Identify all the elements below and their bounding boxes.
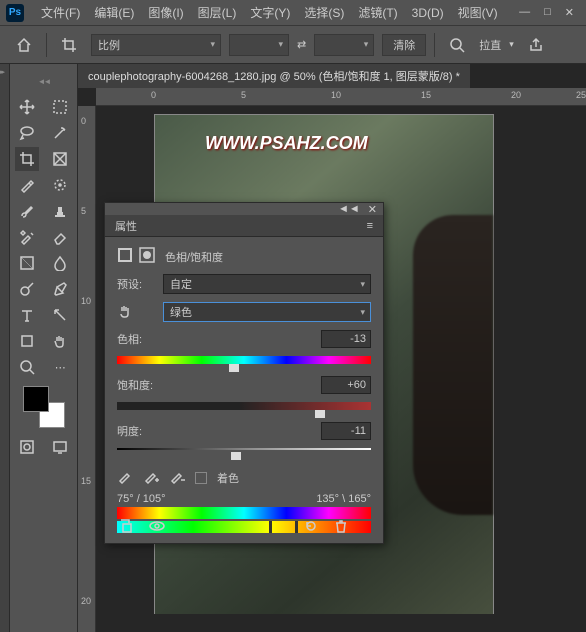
- light-slider[interactable]: [117, 448, 371, 458]
- path-tool[interactable]: [48, 303, 72, 327]
- panel-collapse-icon[interactable]: ◄◄: [338, 203, 360, 215]
- clear-button[interactable]: 清除: [382, 34, 426, 56]
- eraser-tool[interactable]: [48, 225, 72, 249]
- colorize-checkbox[interactable]: [195, 472, 207, 484]
- preset-label: 预设:: [117, 276, 157, 292]
- eyedropper-set-icon[interactable]: [117, 468, 133, 487]
- flyout-bar[interactable]: [0, 64, 10, 632]
- eyedropper-tool[interactable]: [15, 173, 39, 197]
- menu-image[interactable]: 图像(I): [141, 4, 190, 21]
- blur-tool[interactable]: [48, 251, 72, 275]
- more-tool[interactable]: ⋯: [48, 355, 72, 379]
- minimize-icon[interactable]: —: [519, 6, 530, 19]
- menu-select[interactable]: 选择(S): [297, 4, 351, 21]
- eyedropper-add-icon[interactable]: [143, 468, 159, 487]
- mask-icon[interactable]: [139, 247, 155, 266]
- stamp-tool[interactable]: [48, 199, 72, 223]
- wand-tool[interactable]: [48, 121, 72, 145]
- lasso-tool[interactable]: [15, 121, 39, 145]
- colorize-label: 着色: [217, 470, 239, 486]
- divider: [434, 33, 435, 57]
- ratio-label: 比例: [98, 37, 120, 53]
- divider: [46, 33, 47, 57]
- height-input[interactable]: [314, 34, 374, 56]
- adjustment-icon: [117, 247, 133, 266]
- home-icon[interactable]: [10, 31, 38, 59]
- light-value[interactable]: -11: [321, 422, 371, 440]
- view-icon[interactable]: [149, 518, 165, 537]
- menu-type[interactable]: 文字(Y): [243, 4, 297, 21]
- hue-label: 色相:: [117, 331, 157, 347]
- range-left: 75° / 105°: [117, 493, 166, 505]
- menu-3d[interactable]: 3D(D): [405, 6, 451, 20]
- share-icon[interactable]: [522, 31, 550, 59]
- sat-label: 饱和度:: [117, 377, 169, 393]
- close-icon[interactable]: ✕: [565, 6, 574, 19]
- menu-edit[interactable]: 编辑(E): [87, 4, 141, 21]
- light-label: 明度:: [117, 423, 157, 439]
- adjustment-title: 色相/饱和度: [165, 249, 223, 265]
- hue-slider[interactable]: [117, 356, 371, 366]
- ruler-vertical: 05101520: [78, 106, 96, 632]
- watermark-text: WWW.PSAHZ.COM: [205, 133, 368, 154]
- range-right: 135° \ 165°: [316, 493, 371, 505]
- panel-close-icon[interactable]: ✕: [368, 203, 377, 216]
- move-tool[interactable]: [15, 95, 39, 119]
- search-icon[interactable]: [443, 31, 471, 59]
- color-swatches[interactable]: [23, 386, 65, 428]
- menu-view[interactable]: 视图(V): [451, 4, 505, 21]
- preset-dropdown[interactable]: 自定: [163, 274, 371, 294]
- swap-icon[interactable]: ⇄: [297, 38, 306, 51]
- reset-icon[interactable]: [303, 518, 319, 537]
- panel-tab-title[interactable]: 属性: [115, 218, 137, 234]
- hand-tool[interactable]: [48, 329, 72, 353]
- pen-tool[interactable]: [48, 277, 72, 301]
- width-input[interactable]: [229, 34, 289, 56]
- app-logo: Ps: [6, 4, 24, 22]
- marquee-tool[interactable]: [48, 95, 72, 119]
- straighten-label[interactable]: 拉直: [479, 37, 501, 53]
- frame-tool[interactable]: [48, 147, 72, 171]
- heal-tool[interactable]: [48, 173, 72, 197]
- zoom-tool[interactable]: [15, 355, 39, 379]
- delete-icon[interactable]: [333, 518, 349, 537]
- menu-layer[interactable]: 图层(L): [191, 4, 244, 21]
- document-tab[interactable]: couplephotography-6004268_1280.jpg @ 50%…: [78, 64, 470, 88]
- quickmask-tool[interactable]: [15, 435, 39, 459]
- menu-file[interactable]: 文件(F): [34, 4, 87, 21]
- crop-tool[interactable]: [15, 147, 39, 171]
- tool-panel: ◄◄ ⋯: [10, 64, 78, 632]
- eyedropper-sub-icon[interactable]: [169, 468, 185, 487]
- properties-panel: ◄◄✕ 属性≡ 色相/饱和度 预设: 自定 绿色 色相:-13 饱和度:+60 …: [104, 202, 384, 544]
- crop-tool-icon[interactable]: [55, 31, 83, 59]
- history-brush-tool[interactable]: [15, 225, 39, 249]
- brush-tool[interactable]: [15, 199, 39, 223]
- hand-icon[interactable]: [117, 303, 157, 322]
- clip-icon[interactable]: [119, 518, 135, 537]
- ratio-dropdown[interactable]: 比例: [91, 34, 221, 56]
- shape-tool[interactable]: [15, 329, 39, 353]
- hue-value[interactable]: -13: [321, 330, 371, 348]
- maximize-icon[interactable]: □: [544, 6, 551, 19]
- screenmode-tool[interactable]: [48, 435, 72, 459]
- fg-swatch[interactable]: [23, 386, 49, 412]
- type-tool[interactable]: [15, 303, 39, 327]
- sat-slider[interactable]: [117, 402, 371, 412]
- panel-menu-icon[interactable]: ≡: [367, 220, 373, 232]
- sat-value[interactable]: +60: [321, 376, 371, 394]
- channel-dropdown[interactable]: 绿色: [163, 302, 371, 322]
- dodge-tool[interactable]: [15, 277, 39, 301]
- menu-filter[interactable]: 滤镜(T): [351, 4, 404, 21]
- ruler-horizontal: 0510152025: [96, 88, 586, 106]
- gradient-tool[interactable]: [15, 251, 39, 275]
